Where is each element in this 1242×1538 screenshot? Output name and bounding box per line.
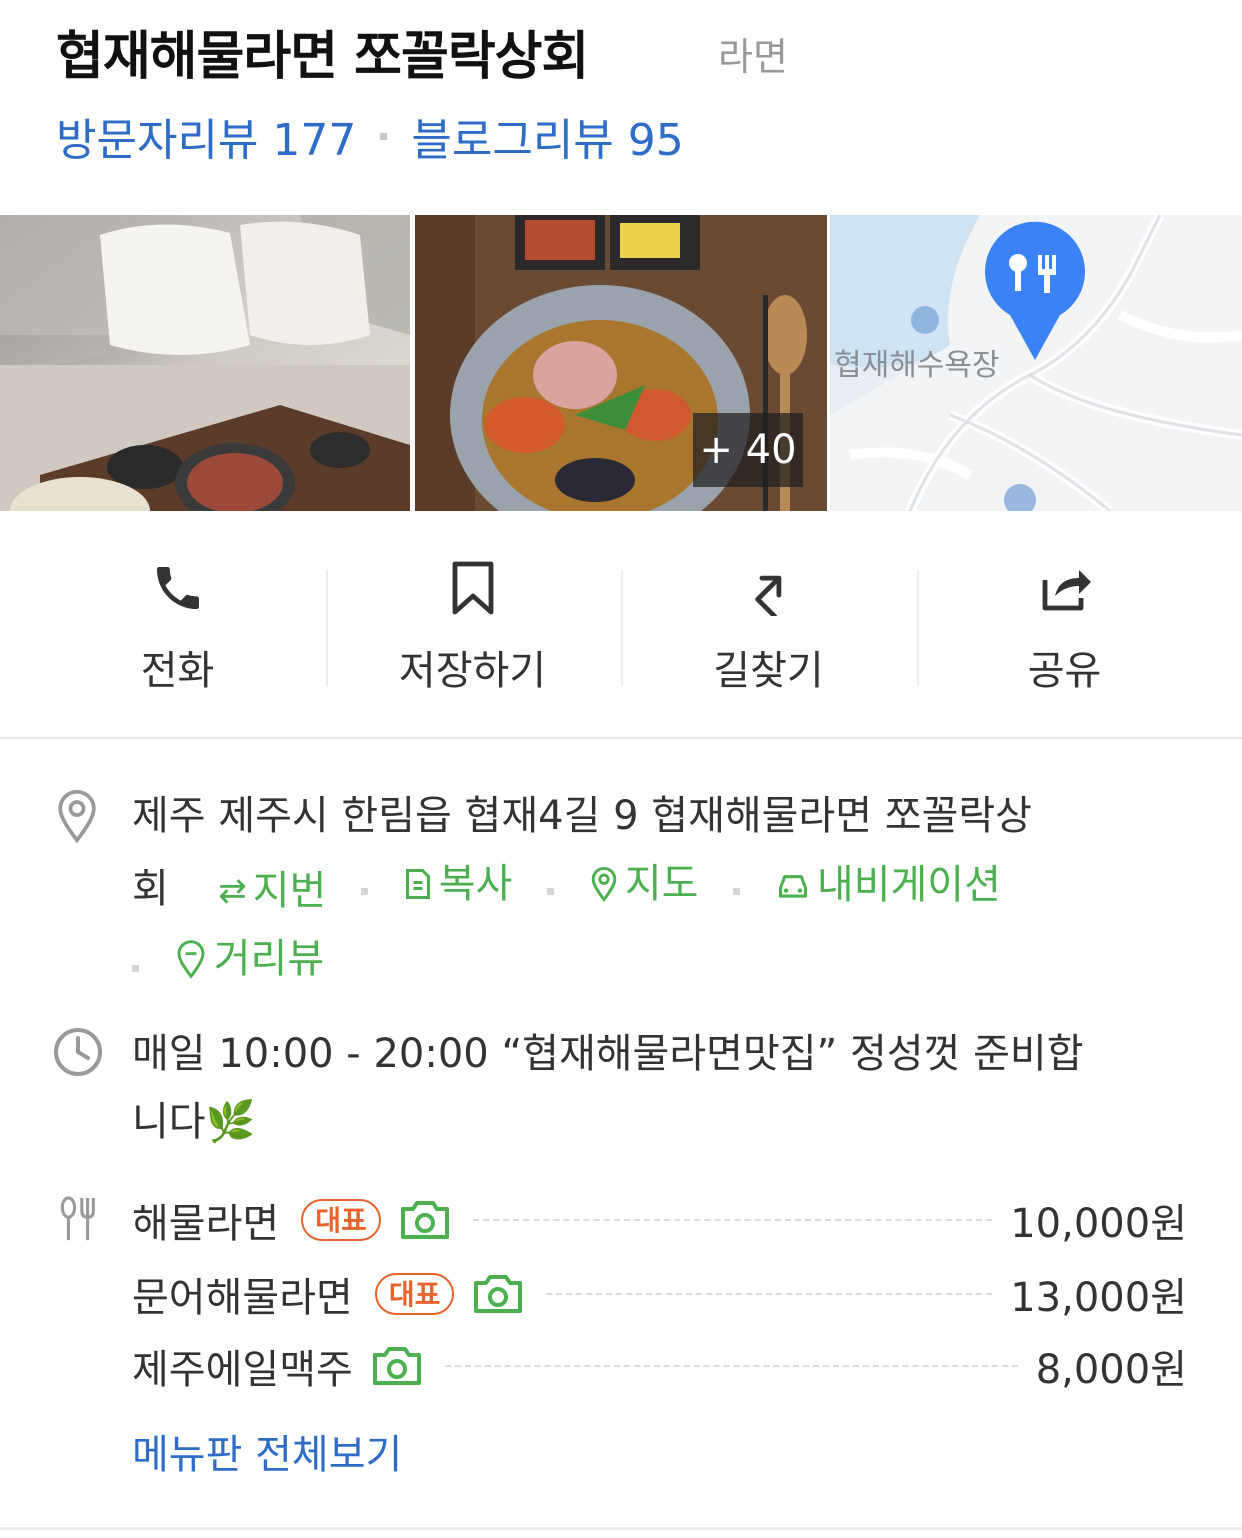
- separator-dot: [380, 132, 388, 140]
- photo-interior[interactable]: [0, 215, 410, 511]
- menu-item-name: 해물라면: [132, 1201, 280, 1247]
- call-button[interactable]: 전화: [30, 560, 325, 694]
- menu-item-price: 8,000원: [1035, 1347, 1187, 1393]
- share-icon: [1037, 560, 1093, 616]
- directions-label: 길찾기: [713, 648, 824, 694]
- clock-icon: [52, 1026, 104, 1082]
- street-view-icon: [177, 940, 205, 979]
- separator-dot: [361, 887, 369, 895]
- navigation-link[interactable]: 내비게이션: [775, 851, 1001, 919]
- jibun-link[interactable]: ⇄ 지번: [218, 857, 326, 925]
- view-full-menu-link[interactable]: 메뉴판 전체보기: [132, 1422, 402, 1480]
- location-pin-icon: [54, 788, 100, 848]
- separator-dot: [733, 887, 741, 895]
- hours-line2: 니다🌿: [132, 1099, 256, 1145]
- camera-icon[interactable]: [399, 1199, 451, 1241]
- dotted-leader: [472, 1219, 993, 1221]
- more-photos-badge[interactable]: + 40: [693, 413, 803, 487]
- menu-item[interactable]: 문어해물라면 대표 13,000원: [132, 1264, 1187, 1324]
- address-line2: 회 ⇄ 지번 복사 지도 내비게이션: [132, 850, 1212, 925]
- map-label: 지도: [624, 861, 699, 907]
- navigation-label: 내비게이션: [816, 862, 1001, 908]
- separator-dot: [132, 964, 139, 972]
- map-label: 협재해수욕장: [834, 348, 1000, 383]
- menu-item[interactable]: 해물라면 대표 10,000원: [132, 1190, 1187, 1250]
- place-category: 라면: [718, 35, 788, 79]
- copy-link[interactable]: 복사: [403, 850, 513, 918]
- directions-button[interactable]: 길찾기: [621, 560, 916, 694]
- share-label: 공유: [1027, 648, 1102, 694]
- address-line1: 제주 제주시 한림읍 협재4길 9 협재해물라면 쪼꼴락상: [132, 793, 1032, 839]
- save-button[interactable]: 저장하기: [325, 560, 620, 694]
- phone-icon: [150, 560, 206, 616]
- car-icon: [778, 875, 807, 898]
- share-button[interactable]: 공유: [917, 560, 1212, 694]
- place-title: 협재해물라면 쪼꼴락상회: [56, 27, 589, 87]
- save-label: 저장하기: [398, 648, 547, 694]
- blog-reviews-link[interactable]: 블로그리뷰 95: [411, 104, 683, 168]
- dotted-leader: [444, 1365, 1018, 1367]
- menu-item-price: 10,000원: [1010, 1201, 1187, 1247]
- camera-icon[interactable]: [472, 1273, 524, 1315]
- photo-food[interactable]: + 40: [415, 215, 827, 511]
- dotted-leader: [546, 1293, 993, 1295]
- street-view-label: 거리뷰: [213, 936, 325, 982]
- copy-label: 복사: [438, 861, 513, 907]
- swap-icon: ⇄: [218, 871, 247, 911]
- section-divider: [0, 1527, 1242, 1530]
- jibun-label: 지번: [252, 868, 327, 914]
- call-label: 전화: [140, 648, 215, 694]
- map-pin-icon: [591, 867, 617, 902]
- hours-block: 매일 10:00 - 20:00 “협재해물라면맛집” 정성껏 준비합 니다🌿: [132, 1020, 1212, 1156]
- address-line3: 거리뷰: [132, 925, 1212, 1000]
- address-block: 제주 제주시 한림읍 협재4길 9 협재해물라면 쪼꼴락상 회 ⇄ 지번 복사 …: [132, 782, 1212, 1000]
- map-image: 협재해수욕장: [830, 215, 1242, 511]
- map-link[interactable]: 지도: [589, 850, 699, 918]
- address-line2-text: 회: [132, 866, 169, 912]
- separator-dot: [547, 887, 555, 895]
- map-thumbnail[interactable]: 협재해수욕장: [830, 215, 1242, 511]
- signature-badge: 대표: [374, 1273, 455, 1315]
- section-divider: [0, 737, 1242, 739]
- copy-icon: [405, 869, 430, 899]
- bookmark-icon: [451, 560, 495, 616]
- menu-item-name: 제주에일맥주: [132, 1347, 353, 1393]
- visitor-reviews-link[interactable]: 방문자리뷰 177: [56, 104, 356, 168]
- interior-photo-image: [0, 215, 410, 511]
- signature-badge: 대표: [301, 1199, 381, 1241]
- menu-item[interactable]: 제주에일맥주 8,000원: [132, 1336, 1187, 1396]
- menu-item-name: 문어해물라면: [132, 1275, 353, 1321]
- directions-icon: [745, 560, 793, 616]
- cutlery-icon: [58, 1196, 98, 1246]
- menu-item-price: 13,000원: [1010, 1275, 1187, 1321]
- street-view-link[interactable]: 거리뷰: [174, 925, 324, 993]
- hours-line1: 매일 10:00 - 20:00 “협재해물라면맛집” 정성껏 준비합: [132, 1031, 1084, 1077]
- review-links: 방문자리뷰 177 블로그리뷰 95: [56, 104, 684, 168]
- camera-icon[interactable]: [371, 1345, 423, 1387]
